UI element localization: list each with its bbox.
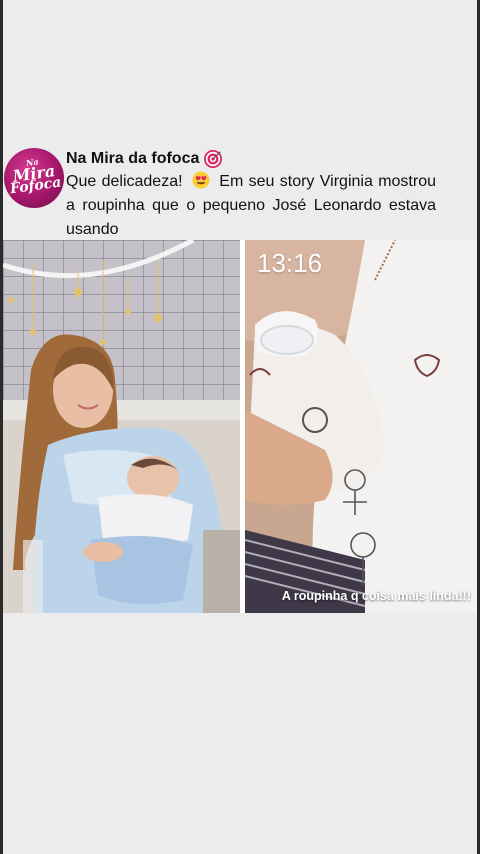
avatar-logo: Na Mira Fofoca: [9, 156, 63, 198]
post-header: Na Mira Fofoca Na Mira da fofoca Que del…: [4, 146, 474, 238]
author-name[interactable]: Na Mira da fofoca: [66, 150, 199, 168]
baby-outfit-story-photo[interactable]: 13:16 A roupinha q coisa mais linda!!!: [245, 240, 477, 613]
target-emoji-icon: [204, 150, 223, 168]
heart-eyes-emoji-icon: [192, 171, 210, 189]
baby-outfit-image: [245, 240, 477, 613]
photo-grid: 13:16 A roupinha q coisa mais linda!!!: [3, 240, 477, 613]
story-caption: A roupinha q coisa mais linda!!!: [281, 589, 471, 603]
screen: Na Mira Fofoca Na Mira da fofoca Que del…: [0, 0, 480, 854]
mother-holding-newborn-photo[interactable]: [3, 240, 240, 613]
caption-part1: Que delicadeza!: [66, 173, 183, 190]
avatar[interactable]: Na Mira Fofoca: [4, 148, 64, 208]
story-time: 13:16: [257, 248, 323, 278]
post-caption: Que delicadeza! Em seu story Virginia mo…: [66, 170, 436, 242]
author-line: Na Mira da fofoca: [66, 148, 223, 170]
mother-holding-newborn-image: [3, 240, 240, 613]
